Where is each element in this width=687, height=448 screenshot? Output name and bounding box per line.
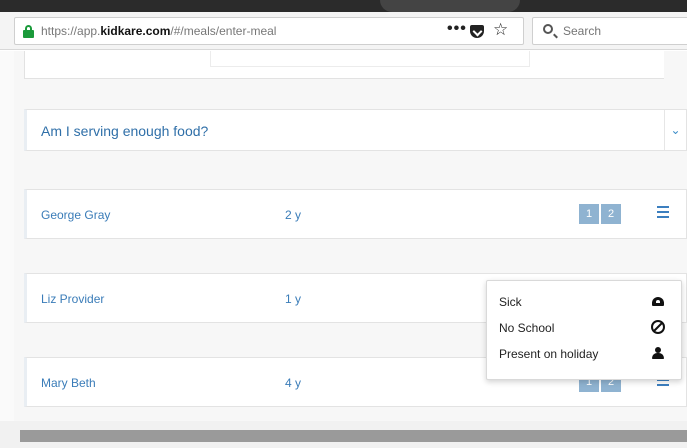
- child-age: 2 y: [285, 208, 302, 222]
- serving-1-button[interactable]: 1: [579, 204, 599, 224]
- person-icon: [651, 346, 665, 360]
- tab-edge: [380, 0, 520, 12]
- hamburger-menu-icon[interactable]: [657, 206, 671, 220]
- sick-icon: [651, 294, 665, 308]
- horizontal-scrollbar[interactable]: [20, 430, 687, 442]
- previous-section-card: [24, 51, 664, 79]
- browser-toolbar: https://app.kidkare.com/#/meals/enter-me…: [0, 12, 687, 50]
- page-content: Am I serving enough food? ⌄ George Gray …: [0, 51, 687, 448]
- url-path: /#/meals/enter-meal: [170, 24, 277, 38]
- dropdown-item-sick[interactable]: Sick: [487, 289, 681, 315]
- faq-label: Am I serving enough food?: [41, 123, 209, 139]
- child-name[interactable]: Liz Provider: [41, 292, 104, 306]
- child-age: 4 y: [285, 376, 302, 390]
- serving-2-button[interactable]: 2: [601, 204, 621, 224]
- page-actions-menu-button[interactable]: •••: [447, 20, 467, 38]
- search-input[interactable]: [563, 23, 683, 39]
- child-age: 1 y: [285, 292, 302, 306]
- child-row: George Gray 2 y 1 2: [24, 189, 687, 239]
- address-bar[interactable]: https://app.kidkare.com/#/meals/enter-me…: [14, 17, 524, 45]
- dropdown-item-label: No School: [499, 321, 555, 335]
- dropdown-item-label: Sick: [499, 295, 522, 309]
- dropdown-item-present-on-holiday[interactable]: Present on holiday: [487, 341, 681, 367]
- url-text[interactable]: https://app.kidkare.com/#/meals/enter-me…: [41, 24, 276, 38]
- serving-faq-accordion[interactable]: Am I serving enough food? ⌄: [24, 109, 687, 151]
- child-name[interactable]: George Gray: [41, 208, 110, 222]
- no-school-icon: [651, 320, 665, 334]
- pocket-icon[interactable]: [470, 25, 484, 38]
- bottom-scroll-area: [0, 421, 687, 448]
- browser-search-box[interactable]: [532, 17, 687, 45]
- attendance-status-dropdown: Sick No School Present on holiday: [486, 280, 682, 380]
- search-icon: [543, 24, 553, 34]
- previous-section-subcard: [210, 51, 530, 67]
- dropdown-item-no-school[interactable]: No School: [487, 315, 681, 341]
- url-prefix: https://app.: [41, 24, 101, 38]
- url-domain: kidkare.com: [100, 24, 171, 38]
- dropdown-item-label: Present on holiday: [499, 347, 599, 361]
- chevron-down-icon[interactable]: ⌄: [664, 110, 686, 150]
- lock-icon: [23, 25, 34, 38]
- window-top-bar: [0, 0, 687, 12]
- child-name[interactable]: Mary Beth: [41, 376, 96, 390]
- star-icon[interactable]: ☆: [493, 20, 508, 40]
